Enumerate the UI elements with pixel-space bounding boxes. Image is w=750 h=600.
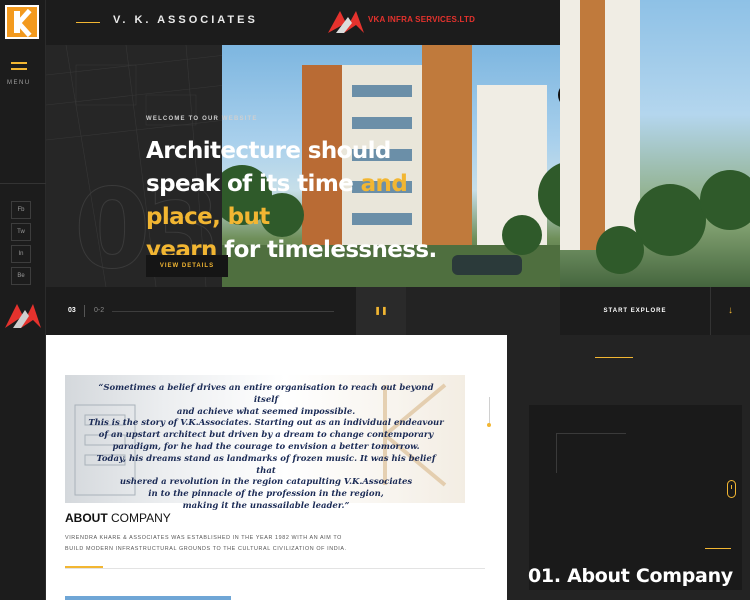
section-panel: 01. About Company: [507, 335, 750, 600]
scroll-line: [489, 397, 490, 425]
twitter-link[interactable]: Tw: [11, 223, 31, 241]
welcome-text: WELCOME TO OUR WEBSITE: [146, 116, 258, 122]
k-logo[interactable]: [5, 5, 39, 39]
linkedin-link[interactable]: In: [11, 245, 31, 263]
arrow-down-icon[interactable]: ↓: [710, 287, 750, 335]
quote-line: This is the story of V.K.Associates. Sta…: [88, 418, 444, 429]
accent-underline: [65, 566, 103, 568]
decorative-bracket: [556, 433, 626, 473]
heading-rest: COMPANY: [107, 511, 171, 525]
section-title: 01. About Company: [528, 565, 733, 587]
company-quote: “Sometimes a belief drives an entire org…: [86, 383, 446, 513]
slide-current: 03: [68, 307, 76, 314]
hamburger-icon: [11, 62, 27, 64]
quote-line: and achieve what seemed impossible.: [176, 406, 356, 417]
building-illustration-right: [560, 0, 750, 274]
quote-line: ushered a revolution in the region catap…: [119, 477, 413, 488]
header-accent-line: [76, 22, 100, 23]
page: MENU Fb Tw In Be V. K. ASSOCIATES VKA IN…: [0, 0, 750, 600]
vk-emblem-logo[interactable]: [3, 298, 43, 334]
slide-divider: [84, 305, 85, 317]
headline-text: Architecture should speak of its time: [146, 138, 391, 197]
slide-progress-track[interactable]: [112, 311, 334, 312]
accent-line-top: [595, 357, 633, 358]
company-name[interactable]: V. K. ASSOCIATES: [113, 14, 258, 26]
heading-bold: ABOUT: [65, 511, 108, 525]
slider-controls: 03 0-2 ❚❚: [46, 287, 406, 335]
next-image-preview[interactable]: [65, 596, 231, 600]
view-details-button[interactable]: VIEW DETAILS: [146, 255, 228, 277]
pause-icon[interactable]: ❚❚: [356, 287, 406, 335]
facebook-link[interactable]: Fb: [11, 201, 31, 219]
building-photo-right: [560, 0, 750, 287]
left-sidebar: MENU Fb Tw In Be: [0, 0, 46, 600]
divider: [65, 568, 485, 569]
quote-line: in to the pinnacle of the profession in …: [148, 489, 384, 500]
quote-line: Today, his dreams stand as landmarks of …: [96, 453, 436, 476]
start-explore-button[interactable]: START EXPLORE: [560, 287, 710, 335]
top-header: V. K. ASSOCIATES VKA INFRA SERVICES.LTD: [46, 0, 560, 45]
mouse-scroll-icon[interactable]: [727, 480, 736, 498]
quote-line: “Sometimes a belief drives an entire org…: [98, 383, 434, 405]
slide-total: 0-2: [94, 307, 105, 314]
quote-line: paradigm, for he had the courage to envi…: [112, 441, 420, 452]
about-panel: “Sometimes a belief drives an entire org…: [46, 335, 507, 600]
menu-label: MENU: [7, 80, 31, 86]
about-company-heading: ABOUT COMPANY: [65, 511, 171, 525]
headline-text-end: for timelessness.: [216, 237, 437, 263]
behance-link[interactable]: Be: [11, 267, 31, 285]
vka-logo-text: VKA INFRA SERVICES.LTD: [368, 15, 476, 24]
quote-line: of an upstart architect but driven by a …: [98, 430, 434, 441]
hero-headline: Architecture should speak of its time an…: [146, 135, 446, 267]
hero-section: 03 WELCOME TO OUR WEBSITE Architecture s…: [46, 45, 560, 287]
description-line: BUILD MODERN INFRASTRUCTURAL GROUNDS TO …: [65, 546, 347, 552]
rail-divider: [0, 183, 46, 184]
about-description: VIRENDRA KHARE & ASSOCIATES WAS ESTABLIS…: [65, 533, 365, 555]
accent-line-bottom: [705, 548, 731, 549]
description-line: VIRENDRA KHARE & ASSOCIATES WAS ESTABLIS…: [65, 535, 342, 541]
scroll-indicator[interactable]: [487, 423, 491, 427]
